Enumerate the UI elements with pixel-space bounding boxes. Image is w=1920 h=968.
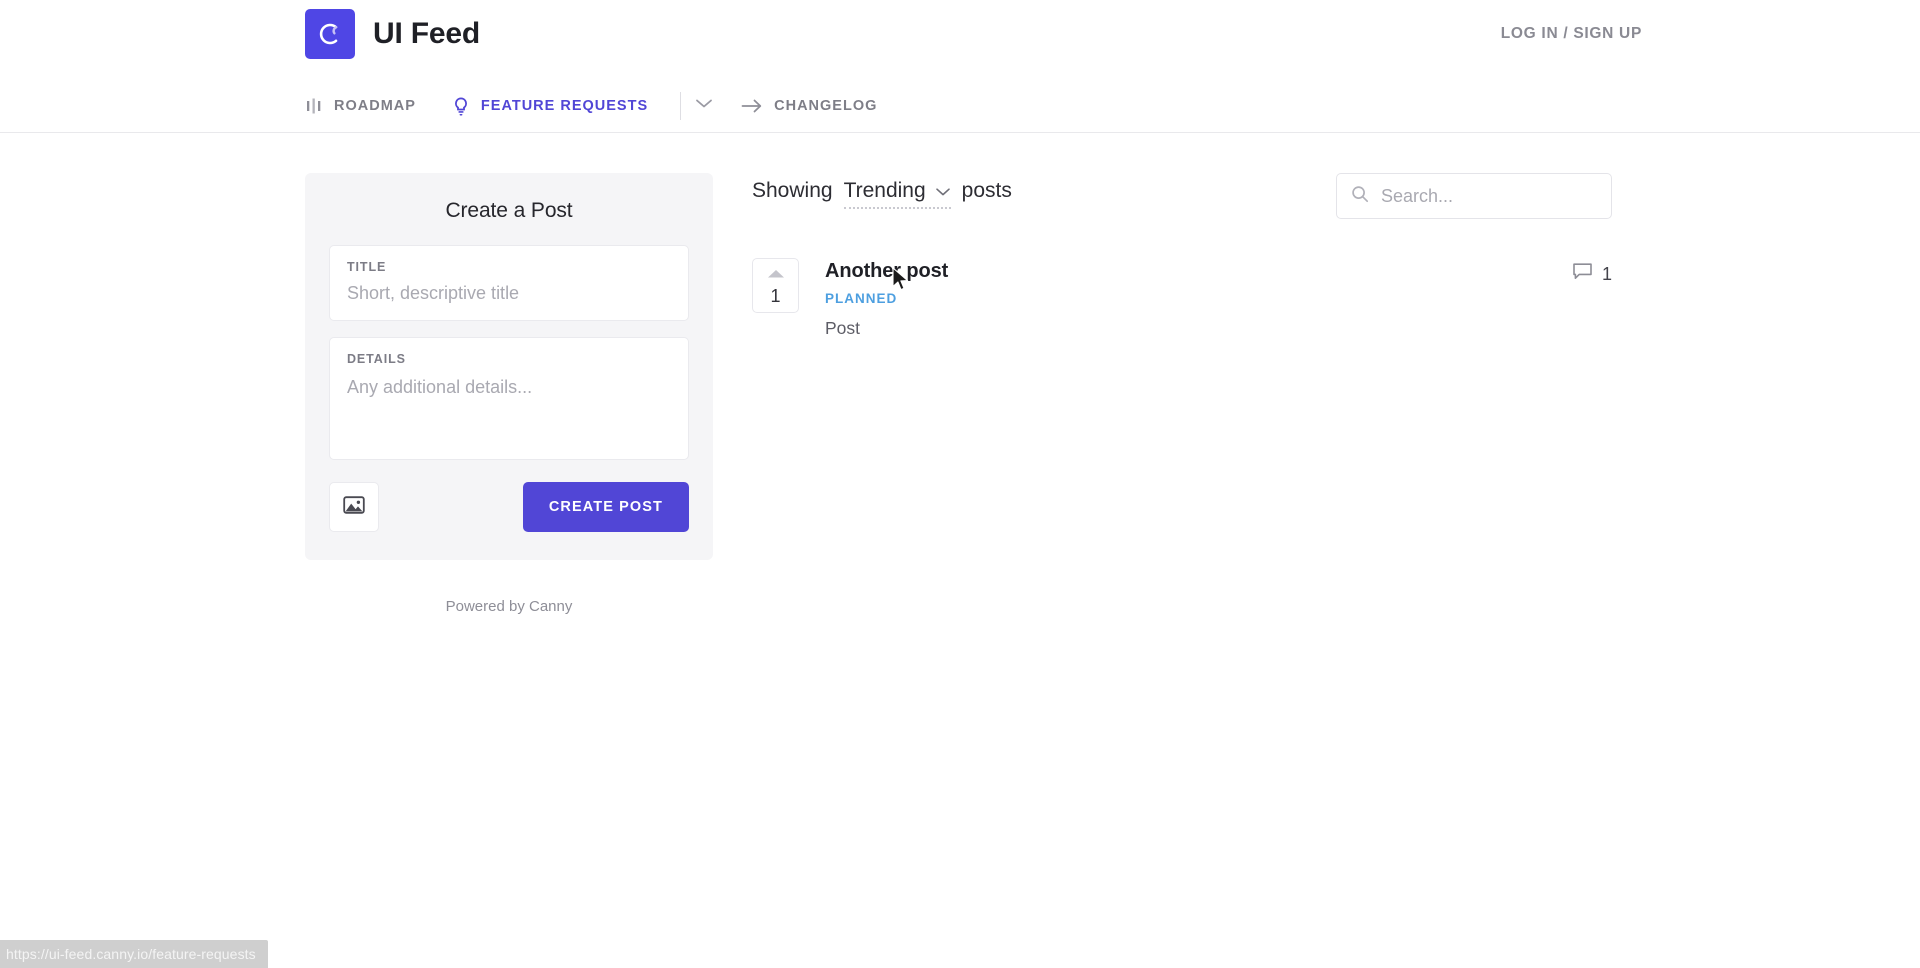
search-input[interactable]: Search... — [1336, 173, 1612, 219]
login-signup-link[interactable]: LOG IN / SIGN UP — [1501, 25, 1642, 43]
post-list-item[interactable]: 1 Another post PLANNED Post 1 — [752, 258, 1612, 339]
main-content: Create a Post TITLE Short, descriptive t… — [0, 133, 1920, 968]
create-post-actions: CREATE POST — [329, 482, 689, 532]
create-post-card: Create a Post TITLE Short, descriptive t… — [305, 173, 713, 560]
powered-by-canny[interactable]: Powered by Canny — [305, 598, 713, 615]
showing-prefix: Showing — [752, 179, 833, 203]
create-post-button[interactable]: CREATE POST — [523, 482, 689, 532]
search-placeholder: Search... — [1381, 186, 1453, 207]
comment-count: 1 — [1602, 264, 1612, 285]
browser-status-bar: https://ui-feed.canny.io/feature-request… — [0, 940, 268, 968]
vote-count: 1 — [770, 287, 780, 305]
details-field-label: DETAILS — [347, 352, 671, 366]
sort-value: Trending — [844, 179, 926, 203]
post-body: Another post PLANNED Post — [825, 258, 948, 339]
details-input[interactable]: Any additional details... — [347, 375, 671, 399]
showing-suffix: posts — [962, 179, 1012, 203]
details-field[interactable]: DETAILS Any additional details... — [329, 337, 689, 460]
brand-name: UI Feed — [373, 17, 480, 51]
nav-label-feature-requests: FEATURE REQUESTS — [481, 98, 648, 114]
image-icon — [343, 495, 365, 520]
feed-column: Showing Trending posts — [752, 173, 1612, 339]
feed-header: Showing Trending posts — [752, 173, 1612, 229]
chevron-down-icon — [694, 97, 714, 115]
comment-bubble-icon — [1572, 262, 1593, 286]
status-url: https://ui-feed.canny.io/feature-request… — [6, 946, 256, 962]
comment-count-group[interactable]: 1 — [1572, 262, 1612, 286]
arrow-right-icon — [741, 98, 763, 114]
nav-item-feature-requests[interactable]: FEATURE REQUESTS — [452, 97, 648, 116]
post-excerpt: Post — [825, 318, 948, 339]
roadmap-bars-icon — [305, 97, 323, 115]
title-input[interactable]: Short, descriptive title — [347, 283, 671, 304]
status-badge: PLANNED — [825, 291, 948, 306]
create-post-heading: Create a Post — [329, 199, 689, 223]
search-icon — [1351, 185, 1369, 208]
canny-logo-icon[interactable] — [305, 9, 355, 59]
attach-image-button[interactable] — [329, 482, 379, 532]
sort-dropdown[interactable]: Trending — [844, 179, 951, 209]
showing-filter: Showing Trending posts — [752, 179, 1012, 209]
nav-label-changelog: CHANGELOG — [774, 98, 877, 114]
post-title[interactable]: Another post — [825, 260, 948, 283]
nav-item-changelog[interactable]: CHANGELOG — [741, 98, 877, 114]
caret-up-icon — [766, 266, 786, 284]
vote-button[interactable]: 1 — [752, 258, 799, 313]
nav-item-roadmap[interactable]: ROADMAP — [305, 97, 416, 115]
nav-label-roadmap: ROADMAP — [334, 98, 416, 114]
site-header: UI Feed LOG IN / SIGN UP ROADMAP — [0, 0, 1920, 133]
brand[interactable]: UI Feed — [305, 9, 480, 59]
main-nav: ROADMAP FEATURE REQUESTS — [305, 84, 913, 128]
chevron-down-icon — [935, 179, 951, 203]
title-field-label: TITLE — [347, 260, 671, 274]
nav-dropdown-toggle[interactable] — [681, 89, 727, 123]
lightbulb-icon — [452, 97, 470, 116]
title-field[interactable]: TITLE Short, descriptive title — [329, 245, 689, 321]
